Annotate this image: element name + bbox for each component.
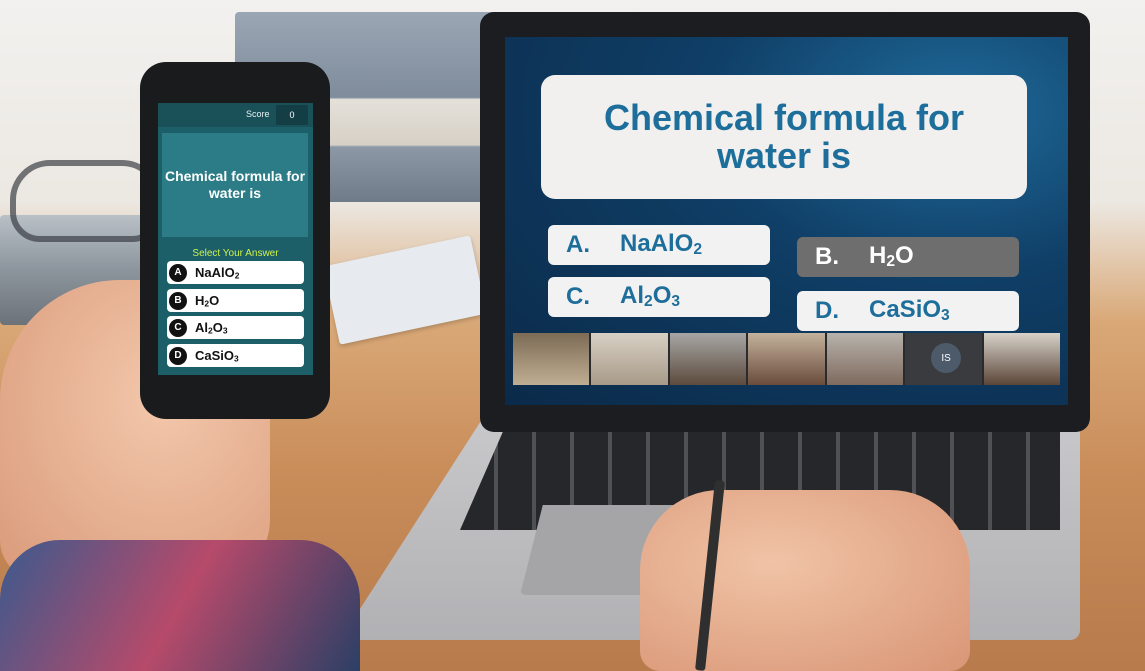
option-answer: Al2O3 [620,282,681,311]
video-tile[interactable] [983,333,1060,385]
answer-option-b-selected[interactable]: B. H2O [797,237,1019,277]
option-letter-badge: B [169,291,187,310]
sleeve [0,540,360,671]
video-call-strip: IS [513,333,1060,385]
notebook [323,235,487,345]
phone-answer-a[interactable]: A NaAlO2 [167,261,304,284]
phone-answer-c[interactable]: C Al2O3 [167,316,304,339]
option-letter-badge: A [169,263,187,282]
option-answer: H2O [195,292,220,309]
video-tile[interactable]: IS [905,333,982,385]
option-letter: D. [815,297,839,324]
option-answer: NaAlO2 [195,264,240,281]
option-answer: H2O [869,242,914,271]
score-label: Score [246,109,270,119]
phone-screen: Score 0 Chemical formula for water is Se… [158,103,313,375]
select-answer-prompt: Select Your Answer [192,248,279,259]
phone-question-text: Chemical formula for water is [164,168,306,201]
answer-option-d[interactable]: D. CaSiO3 [797,291,1019,331]
video-tile[interactable] [591,333,668,385]
option-answer: Al2O3 [195,319,228,336]
option-letter: A. [566,231,590,258]
phone-question-card: Chemical formula for water is [162,133,308,237]
laptop-screen: Chemical formula for water is A. NaAlO2 … [505,37,1068,405]
option-answer: NaAlO2 [620,230,703,259]
answer-option-c[interactable]: C. Al2O3 [548,277,770,317]
answer-option-a[interactable]: A. NaAlO2 [548,225,770,265]
video-tile[interactable] [669,333,747,385]
phone-header: Score 0 [158,103,313,127]
phone-answer-b[interactable]: B H2O [167,289,304,312]
avatar: IS [931,343,962,373]
right-hand [640,490,970,671]
video-tile[interactable] [748,333,825,385]
option-letter: C. [566,283,590,310]
video-tile[interactable] [513,333,590,385]
option-letter-badge: C [169,318,187,337]
video-tile[interactable] [826,333,904,385]
phone-answer-d[interactable]: D CaSiO3 [167,344,304,367]
option-answer: CaSiO3 [195,347,239,364]
option-answer: CaSiO3 [869,296,950,325]
option-letter-badge: D [169,346,187,365]
score-value: 0 [276,105,308,125]
question-text: Chemical formula for water is [603,97,965,176]
option-letter: B. [815,243,839,270]
question-card: Chemical formula for water is [541,75,1027,199]
